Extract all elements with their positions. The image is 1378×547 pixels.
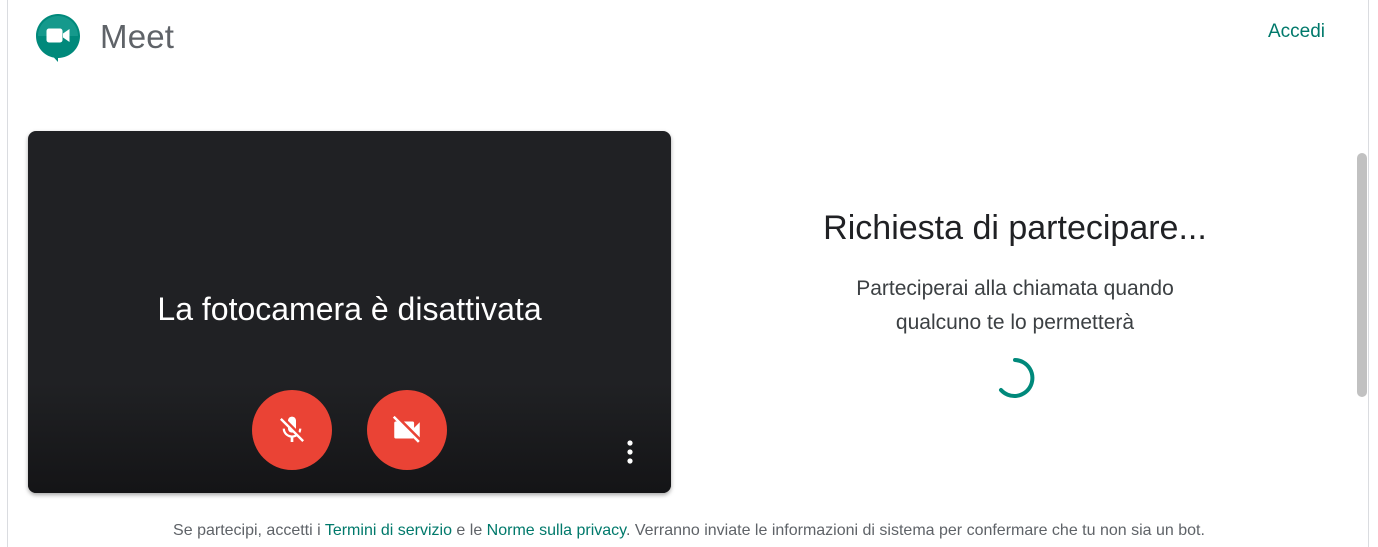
meet-logo-icon [34, 12, 82, 64]
toggle-microphone-button[interactable] [252, 390, 332, 470]
join-request-title: Richiesta di partecipare... [823, 209, 1207, 247]
toggle-camera-button[interactable] [367, 390, 447, 470]
scrollbar[interactable] [1357, 153, 1367, 397]
footer-notice: Se partecipi, accetti i Termini di servi… [0, 522, 1378, 540]
video-preview: La fotocamera è disattivata [28, 131, 671, 493]
description-line-2: qualcuno te lo permetterà [895, 311, 1135, 334]
join-request-description: Parteciperai alla chiamata quando qualcu… [790, 272, 1240, 340]
privacy-policy-link[interactable]: Norme sulla privacy [487, 522, 626, 539]
mic-off-icon [280, 416, 304, 442]
app-brand: Meet [100, 18, 175, 55]
more-options-button[interactable] [618, 437, 642, 467]
footer-suffix: . Verranno inviate le informazioni di si… [625, 522, 1205, 539]
preview-gradient [28, 383, 671, 493]
videocam-off-icon [392, 415, 420, 443]
camera-off-message: La fotocamera è disattivata [157, 291, 542, 327]
loading-spinner-icon [993, 356, 1037, 400]
description-line-1: Parteciperai alla chiamata quando [856, 277, 1174, 300]
right-border [1368, 0, 1369, 547]
page: Meet Accedi La fotocamera è disattivata … [0, 0, 1378, 547]
left-border [7, 0, 8, 547]
terms-of-service-link[interactable]: Termini di servizio [325, 522, 452, 539]
sign-in-link[interactable]: Accedi [1268, 21, 1325, 43]
more-vertical-icon [627, 440, 633, 464]
footer-prefix: Se partecipi, accetti i [173, 522, 325, 539]
footer-middle: e le [451, 522, 487, 539]
